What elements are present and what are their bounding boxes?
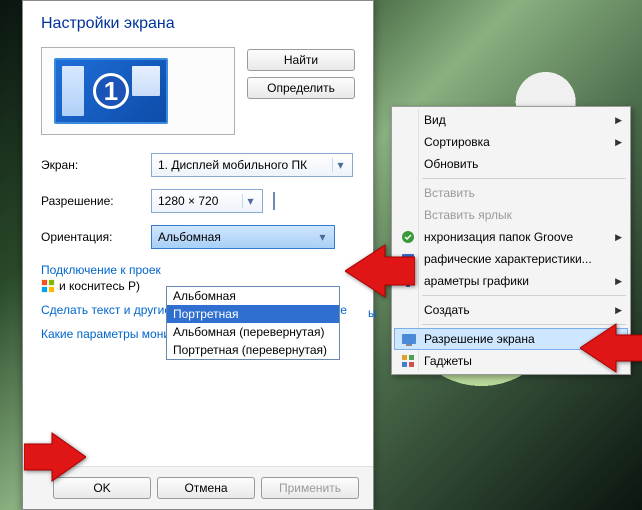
chevron-down-icon: ▾ xyxy=(332,158,348,172)
submenu-arrow-icon: ▶ xyxy=(615,276,622,287)
truncated-text: ы xyxy=(368,306,377,320)
projector-link[interactable]: Подключение к проек xyxy=(41,263,161,277)
resolution-combo[interactable]: 1280 × 720 ▾ xyxy=(151,189,263,213)
context-menu-item-label: Гаджеты xyxy=(424,354,472,368)
orientation-combo[interactable]: Альбомная ▾ xyxy=(151,225,335,249)
orientation-dropdown-list: Альбомная Портретная Альбомная (переверн… xyxy=(166,286,340,360)
context-menu-item-label: Сортировка xyxy=(424,135,490,149)
context-menu-item-label: нхронизация папок Groove xyxy=(424,230,573,244)
orientation-label: Ориентация: xyxy=(41,230,151,244)
orientation-option-selected[interactable]: Портретная xyxy=(167,305,339,323)
context-menu-item[interactable]: Вид ▶ xyxy=(394,109,628,131)
screen-combo-value: 1. Дисплей мобильного ПК xyxy=(158,158,307,172)
dialog-title: Настройки экрана xyxy=(41,15,355,33)
context-menu-item-label: Создать xyxy=(424,303,470,317)
screen-combo[interactable]: 1. Дисплей мобильного ПК ▾ xyxy=(151,153,353,177)
gadget-icon xyxy=(400,353,416,369)
context-menu-item[interactable]: Обновить xyxy=(394,153,628,175)
context-menu-separator xyxy=(422,178,626,179)
context-menu-item-label: Обновить xyxy=(424,157,478,171)
context-menu-item: Вставить ярлык xyxy=(394,204,628,226)
context-menu-item-label: араметры графики xyxy=(424,274,529,288)
submenu-arrow-icon: ▶ xyxy=(615,305,622,316)
resolution-combo-value: 1280 × 720 xyxy=(158,194,218,208)
orientation-combo-value: Альбомная xyxy=(158,230,221,244)
screen-label: Экран: xyxy=(41,158,151,172)
context-menu-item-label: Вставить ярлык xyxy=(424,208,512,222)
orientation-option[interactable]: Альбомная (перевернутая) xyxy=(167,323,339,341)
submenu-arrow-icon: ▶ xyxy=(615,137,622,148)
submenu-arrow-icon: ▶ xyxy=(615,232,622,243)
context-menu-item-label: Вид xyxy=(424,113,446,127)
chevron-down-icon: ▾ xyxy=(242,194,258,208)
detect-button[interactable]: Определить xyxy=(247,77,355,99)
context-menu-item[interactable]: рафические характеристики... xyxy=(394,248,628,270)
resolution-label: Разрешение: xyxy=(41,194,151,208)
arrow-annotation-ok xyxy=(24,432,86,482)
arrow-annotation-resolution-menu xyxy=(580,322,642,374)
find-button[interactable]: Найти xyxy=(247,49,355,71)
monitor-thumbnail[interactable]: 1 xyxy=(54,58,168,124)
context-menu-item-label: Вставить xyxy=(424,186,475,200)
resolution-slider-icon xyxy=(269,192,279,210)
context-menu-item[interactable]: Создать ▶ xyxy=(394,299,628,321)
orientation-option[interactable]: Портретная (перевернутая) xyxy=(167,341,339,359)
context-menu-item: Вставить xyxy=(394,182,628,204)
screen-icon xyxy=(401,332,417,348)
cancel-button[interactable]: Отмена xyxy=(157,477,255,499)
chevron-down-icon: ▾ xyxy=(314,230,330,244)
apply-button[interactable]: Применить xyxy=(261,477,359,499)
context-menu-item[interactable]: араметры графики ▶ xyxy=(394,270,628,292)
monitor-preview-box: 1 xyxy=(41,47,235,135)
submenu-arrow-icon: ▶ xyxy=(615,115,622,126)
projector-hint: и коснитесь P) xyxy=(59,279,140,293)
context-menu-separator xyxy=(422,295,626,296)
context-menu-item-label: рафические характеристики... xyxy=(424,252,592,266)
context-menu-item[interactable]: Сортировка ▶ xyxy=(394,131,628,153)
arrow-annotation-orientation xyxy=(345,243,415,299)
windows-key-icon xyxy=(41,279,55,293)
context-menu-item[interactable]: нхронизация папок Groove ▶ xyxy=(394,226,628,248)
monitor-number: 1 xyxy=(93,73,129,109)
context-menu-item-label: Разрешение экрана xyxy=(424,332,535,346)
orientation-option[interactable]: Альбомная xyxy=(167,287,339,305)
